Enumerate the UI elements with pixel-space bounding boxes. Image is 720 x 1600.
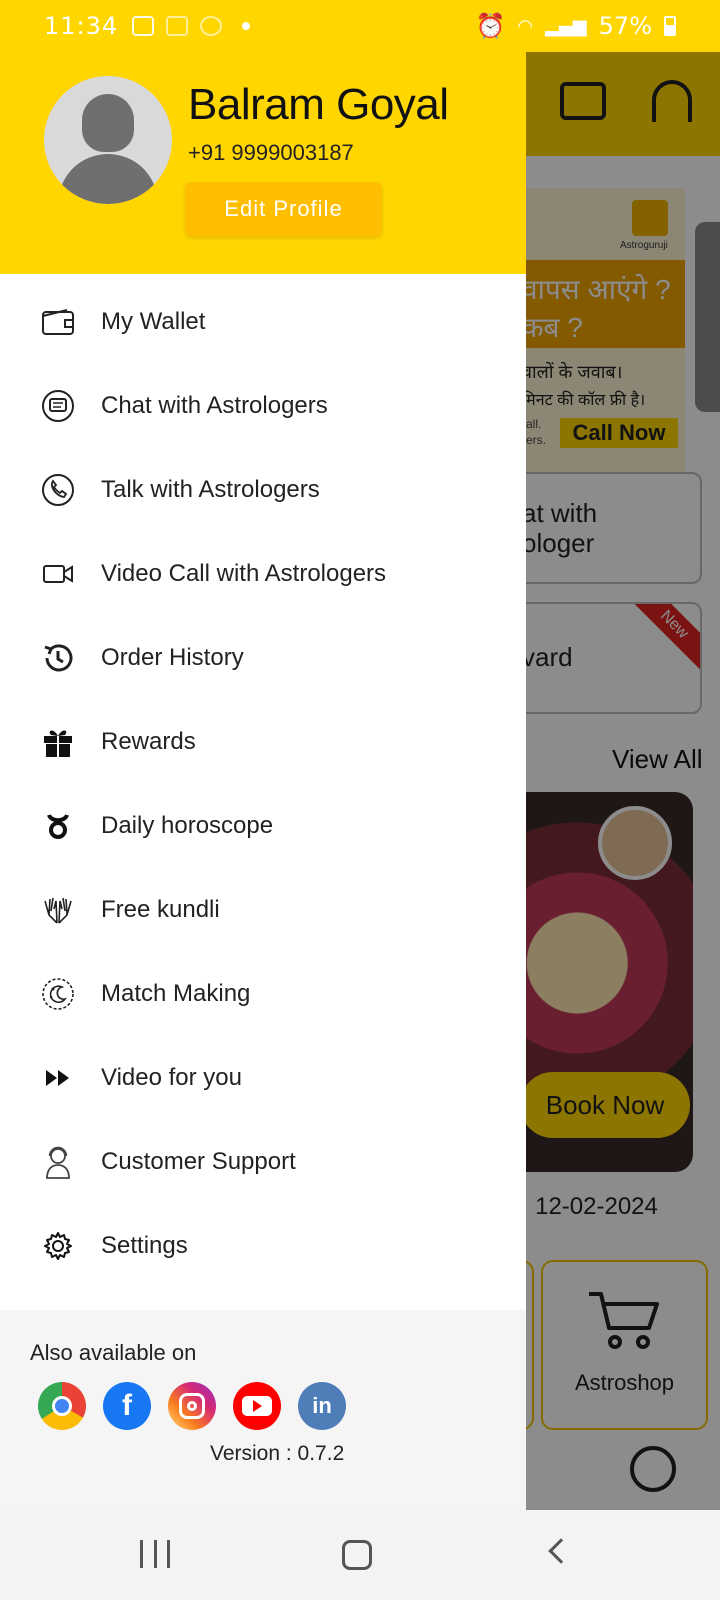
chat-icon <box>40 388 76 424</box>
battery-percent: 57% <box>598 12 652 40</box>
profile-header: Balram Goyal +91 9999003187 Edit Profile <box>0 52 526 274</box>
menu-item-customer-support[interactable]: Customer Support <box>0 1120 526 1204</box>
instagram-icon[interactable] <box>168 1382 216 1430</box>
app-notification-icon <box>166 16 189 36</box>
menu-label: Daily horoscope <box>101 812 274 839</box>
menu-item-chat[interactable]: Chat with Astrologers <box>0 364 526 448</box>
facebook-glyph: f <box>122 1389 132 1422</box>
chrome-center <box>52 1396 72 1416</box>
video-icon <box>40 556 76 592</box>
menu-label: Settings <box>101 1232 188 1259</box>
menu-item-free-kundli[interactable]: Free kundli <box>0 868 526 952</box>
menu-label: Talk with Astrologers <box>101 476 320 503</box>
avatar-head <box>82 94 134 152</box>
gift-icon <box>40 724 76 760</box>
menu-item-video-call[interactable]: Video Call with Astrologers <box>0 532 526 616</box>
app-version: Version : 0.7.2 <box>210 1442 345 1465</box>
more-notifications-dot <box>242 22 251 30</box>
menu-label: Rewards <box>101 728 196 755</box>
home-button[interactable] <box>342 1540 372 1570</box>
alarm-icon: ⏰ <box>475 12 506 40</box>
menu-item-match-making[interactable]: Match Making <box>0 952 526 1036</box>
navigation-drawer: Balram Goyal +91 9999003187 Edit Profile… <box>0 52 526 1510</box>
menu-item-rewards[interactable]: Rewards <box>0 700 526 784</box>
youtube-icon[interactable] <box>233 1382 281 1430</box>
menu-label: Chat with Astrologers <box>101 392 328 419</box>
signal-icon: ▂▄▆ <box>545 15 587 37</box>
youtube-glyph <box>242 1396 272 1416</box>
menu-item-video-for-you[interactable]: Video for you <box>0 1036 526 1120</box>
phone-icon <box>40 472 76 508</box>
recents-button[interactable] <box>140 1540 170 1568</box>
linkedin-glyph: in <box>312 1393 332 1418</box>
menu-item-daily-horoscope[interactable]: Daily horoscope <box>0 784 526 868</box>
user-name: Balram Goyal <box>188 80 449 129</box>
system-nav-bar <box>0 1510 720 1600</box>
battery-icon <box>664 16 676 36</box>
status-bar: 11:34 ⏰ ◠ ▂▄▆ 57% <box>0 0 720 52</box>
edit-profile-button[interactable]: Edit Profile <box>185 182 382 236</box>
gallery-notification-icon <box>132 16 155 36</box>
app-notification-icon-2 <box>200 16 223 36</box>
also-available-label: Also available on <box>30 1340 197 1365</box>
menu-label: Video for you <box>101 1064 242 1091</box>
avatar[interactable] <box>44 76 172 204</box>
drawer-footer: Also available on f in Version : 0.7.2 <box>0 1310 526 1510</box>
user-phone: +91 9999003187 <box>188 140 354 165</box>
praying-hands-icon <box>40 892 76 928</box>
wifi-icon: ◠ <box>517 15 534 37</box>
menu-label: Order History <box>101 644 244 671</box>
support-agent-icon <box>40 1144 76 1180</box>
menu-label: Free kundli <box>101 896 220 923</box>
history-icon <box>40 640 76 676</box>
menu-item-talk[interactable]: Talk with Astrologers <box>0 448 526 532</box>
facebook-icon[interactable]: f <box>103 1382 151 1430</box>
avatar-shoulders <box>58 154 158 204</box>
status-time: 11:34 <box>44 12 119 40</box>
menu-item-my-wallet[interactable]: My Wallet <box>0 280 526 364</box>
linkedin-icon[interactable]: in <box>298 1382 346 1430</box>
gear-icon <box>40 1228 76 1264</box>
taurus-icon <box>40 808 76 844</box>
menu-label: Customer Support <box>101 1148 296 1175</box>
menu-label: Video Call with Astrologers <box>101 560 387 587</box>
menu-item-settings[interactable]: Settings <box>0 1204 526 1288</box>
back-button[interactable] <box>548 1538 574 1564</box>
menu-label: My Wallet <box>101 308 206 335</box>
moon-stars-icon <box>40 976 76 1012</box>
instagram-glyph <box>179 1393 205 1419</box>
fast-forward-icon <box>40 1060 76 1096</box>
menu-label: Match Making <box>101 980 251 1007</box>
wallet-icon <box>40 304 76 340</box>
menu-item-order-history[interactable]: Order History <box>0 616 526 700</box>
notification-icons <box>132 16 251 36</box>
chrome-icon[interactable] <box>38 1382 86 1430</box>
